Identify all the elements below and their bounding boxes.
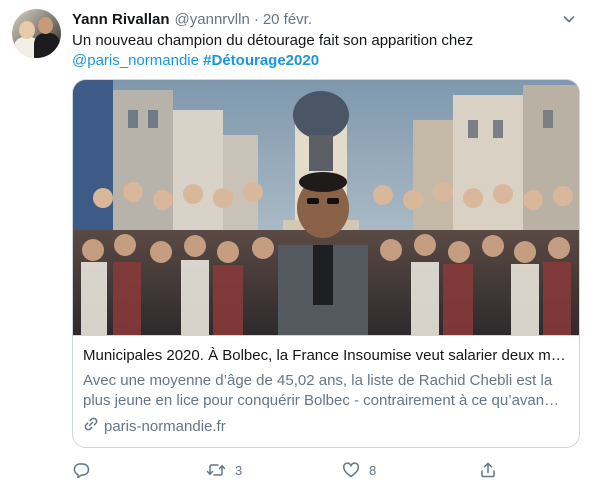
retweet-count: 3 — [235, 462, 243, 478]
mention-link[interactable]: @paris_normandie — [72, 52, 199, 69]
share-button[interactable] — [479, 459, 497, 481]
author-name[interactable]: Yann Rivallan — [72, 11, 170, 28]
card-description-line: plus jeune en lice pour conquérir Bolbec… — [83, 392, 560, 409]
tweet-header: Yann Rivallan @yannrvlln · 20 févr. — [72, 9, 581, 29]
card-description-line: Avec une moyenne d’âge de 45,02 ans, la … — [83, 372, 553, 389]
reply-button[interactable] — [72, 459, 99, 481]
chevron-down-icon[interactable] — [561, 11, 577, 27]
reply-icon — [72, 461, 90, 479]
like-count: 8 — [369, 462, 377, 478]
author-handle[interactable]: @yannrvlln — [175, 11, 250, 28]
retweet-icon — [206, 461, 226, 479]
card-title[interactable]: Municipales 2020. À Bolbec, la France In… — [83, 346, 569, 366]
avatar[interactable] — [12, 9, 61, 58]
retweet-button[interactable]: 3 — [206, 459, 242, 481]
tweet-text-line: Un nouveau champion du détourage fait so… — [72, 32, 474, 49]
tweet-date[interactable]: 20 févr. — [263, 11, 312, 28]
card-domain[interactable]: paris-normandie.fr — [83, 416, 226, 438]
share-icon — [479, 461, 497, 479]
link-card[interactable]: Municipales 2020. À Bolbec, la France In… — [72, 79, 580, 448]
tweet-actions: 3 8 — [72, 459, 572, 481]
tweet-text: Un nouveau champion du détourage fait so… — [72, 31, 572, 71]
card-info[interactable]: Municipales 2020. À Bolbec, la France In… — [73, 335, 579, 447]
like-button[interactable]: 8 — [342, 459, 376, 481]
card-image[interactable] — [73, 80, 579, 335]
separator-dot: · — [253, 10, 259, 28]
heart-icon — [342, 461, 360, 479]
card-domain-text: paris-normandie.fr — [104, 418, 226, 435]
link-icon — [83, 416, 104, 438]
card-description: Avec une moyenne d’âge de 45,02 ans, la … — [83, 371, 569, 411]
hashtag-link[interactable]: #Détourage2020 — [203, 52, 319, 69]
tweet[interactable]: Yann Rivallan @yannrvlln · 20 févr. Un n… — [0, 0, 593, 487]
